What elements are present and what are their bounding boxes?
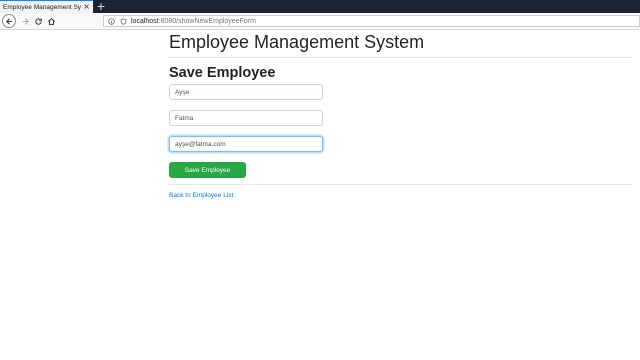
info-icon[interactable] [108,17,115,25]
page-title: Employee Management System [169,32,425,52]
first-name-field[interactable] [169,84,323,100]
divider [169,184,632,185]
forward-arrow-icon [22,17,29,25]
home-icon [47,17,55,25]
plus-icon[interactable]: + [96,0,106,13]
tab-strip: Employee Management System × + [0,0,640,13]
back-arrow-icon [5,17,12,25]
back-button[interactable] [2,14,16,28]
form-title: Save Employee [169,65,276,81]
url-host: localhost [131,17,159,25]
save-employee-button[interactable]: Save Employee [169,162,246,178]
reload-icon [34,17,42,25]
email-field[interactable] [169,136,323,152]
browser-toolbar: localhost:8080/showNewEmployeeForm [0,13,640,30]
tab-title: Employee Management System [3,3,81,11]
back-to-list-link[interactable]: Back to Employee List [169,192,233,199]
reload-button[interactable] [31,14,45,28]
address-bar[interactable]: localhost:8080/showNewEmployeeForm [103,15,640,27]
home-button[interactable] [44,14,58,28]
url-path: :8080/showNewEmployeeForm [158,17,256,25]
url-text[interactable]: localhost:8080/showNewEmployeeForm [131,18,256,25]
last-name-field[interactable] [169,110,323,126]
divider [169,57,632,58]
forward-button[interactable] [18,14,32,28]
close-icon[interactable]: × [83,2,90,12]
shield-icon[interactable] [120,17,127,25]
browser-tab[interactable]: Employee Management System × [0,0,93,13]
